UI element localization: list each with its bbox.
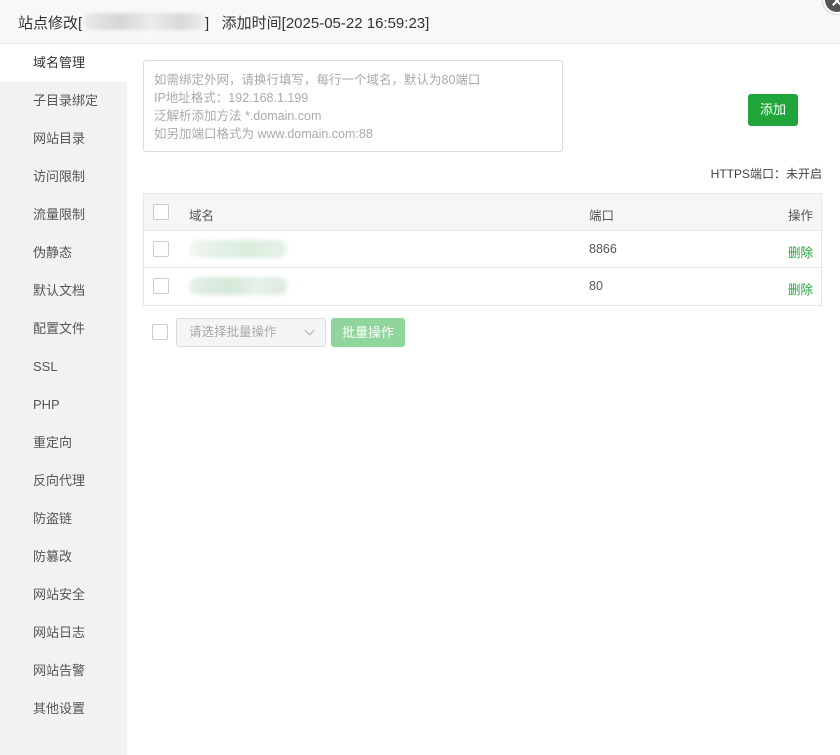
domain-table: 域名 端口 操作 8866 删除 80 删除 (143, 193, 822, 306)
site-edit-dialog: 站点修改[ ] 添加时间[2025-05-22 16:59:23] 域名管理 子… (0, 0, 840, 755)
column-header-domain: 域名 (189, 209, 215, 223)
redacted-domain (189, 240, 287, 258)
batch-operation-button[interactable]: 批量操作 (331, 318, 405, 347)
table-row: 80 删除 (144, 268, 821, 305)
dialog-titlebar: 站点修改[ ] 添加时间[2025-05-22 16:59:23] (0, 0, 840, 44)
sidebar: 域名管理 子目录绑定 网站目录 访问限制 流量限制 伪静态 默认文档 配置文件 … (0, 44, 127, 755)
sidebar-item-site-security[interactable]: 网站安全 (0, 576, 127, 614)
sidebar-item-site-dir[interactable]: 网站目录 (0, 120, 127, 158)
delete-link[interactable]: 删除 (788, 279, 813, 298)
sidebar-item-default-doc[interactable]: 默认文档 (0, 272, 127, 310)
column-header-operation: 操作 (787, 209, 813, 223)
table-row: 8866 删除 (144, 231, 821, 268)
domain-input-hint-line: 如需绑定外网，请换行填写，每行一个域名，默认为80端口 (154, 73, 481, 87)
domain-management-panel: 如需绑定外网，请换行填写，每行一个域名，默认为80端口 IP地址格式：192.1… (127, 44, 840, 755)
sidebar-item-site-alert[interactable]: 网站告警 (0, 652, 127, 690)
domain-input-hint-line: 泛解析添加方法 *.domain.com (154, 109, 322, 123)
redacted-site-name (84, 13, 206, 30)
sidebar-item-reverse-proxy[interactable]: 反向代理 (0, 462, 127, 500)
batch-select-checkbox[interactable] (152, 324, 168, 340)
sidebar-item-traffic-limit[interactable]: 流量限制 (0, 196, 127, 234)
column-header-port: 端口 (589, 209, 615, 223)
row-checkbox[interactable] (153, 241, 169, 257)
sidebar-item-other-settings[interactable]: 其他设置 (0, 690, 127, 728)
sidebar-item-tamper-proof[interactable]: 防篡改 (0, 538, 127, 576)
sidebar-item-subdir-bind[interactable]: 子目录绑定 (0, 82, 127, 120)
domain-input-hint-line: IP地址格式：192.168.1.199 (154, 91, 309, 105)
row-port: 8866 (589, 242, 617, 256)
batch-action-placeholder: 请选择批量操作 (189, 325, 277, 339)
sidebar-item-php[interactable]: PHP (0, 386, 127, 424)
row-port: 80 (589, 279, 603, 293)
select-all-checkbox[interactable] (153, 204, 169, 220)
sidebar-item-config-file[interactable]: 配置文件 (0, 310, 127, 348)
domain-input-hint-line: 如另加端口格式为 www.domain.com:88 (154, 127, 373, 141)
sidebar-item-redirect[interactable]: 重定向 (0, 424, 127, 462)
sidebar-item-rewrite[interactable]: 伪静态 (0, 234, 127, 272)
domain-input[interactable]: 如需绑定外网，请换行填写，每行一个域名，默认为80端口 IP地址格式：192.1… (143, 60, 563, 152)
chevron-down-icon (304, 325, 315, 336)
sidebar-item-domain-manage[interactable]: 域名管理 (0, 44, 127, 82)
sidebar-item-site-log[interactable]: 网站日志 (0, 614, 127, 652)
dialog-title-prefix: 站点修改[ (18, 15, 83, 32)
add-domain-button[interactable]: 添加 (748, 94, 798, 126)
dialog-title-added-time: ] 添加时间[2025-05-22 16:59:23] (205, 15, 430, 32)
batch-action-select[interactable]: 请选择批量操作 (176, 318, 326, 347)
redacted-domain (189, 277, 287, 295)
delete-link[interactable]: 删除 (788, 242, 813, 261)
sidebar-item-hotlink[interactable]: 防盗链 (0, 500, 127, 538)
row-checkbox[interactable] (153, 278, 169, 294)
table-header-row: 域名 端口 操作 (144, 194, 821, 231)
sidebar-item-access-limit[interactable]: 访问限制 (0, 158, 127, 196)
sidebar-item-ssl[interactable]: SSL (0, 348, 127, 386)
https-port-status: HTTPS端口：未开启 (710, 167, 822, 181)
